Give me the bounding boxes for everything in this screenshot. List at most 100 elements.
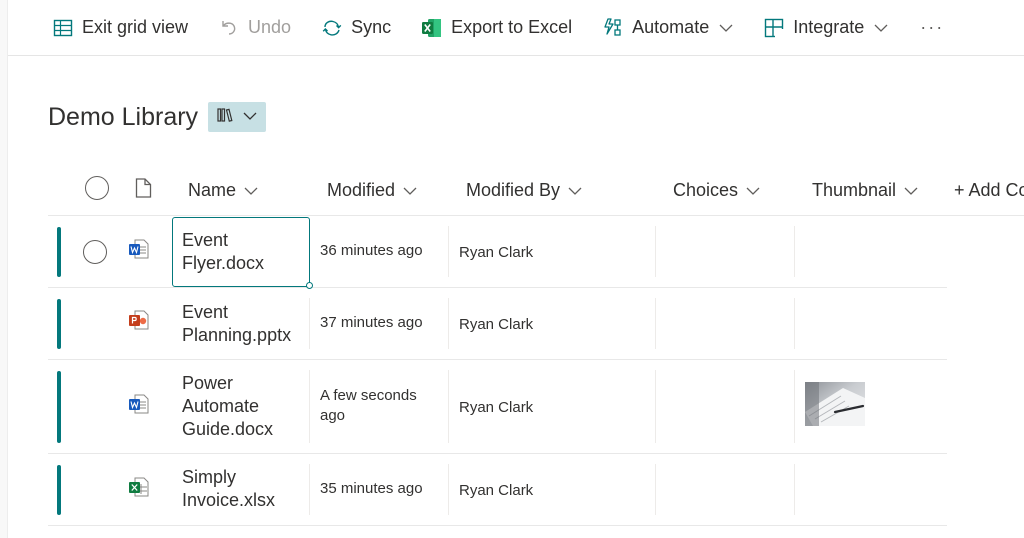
- column-header-modified-by-label: Modified By: [466, 179, 561, 200]
- sync-icon: [321, 17, 343, 39]
- modified-cell: 37 minutes ago: [310, 314, 423, 331]
- more-options-button[interactable]: ···: [920, 17, 944, 38]
- table-row[interactable]: Power Automate Guide.docx A few seconds …: [48, 360, 947, 454]
- excel-icon: [128, 476, 150, 498]
- export-to-excel-button[interactable]: Export to Excel: [421, 8, 572, 48]
- word-icon: [128, 238, 150, 260]
- modified-text: ago: [320, 407, 346, 424]
- table-row[interactable]: Event Flyer.docx 36 minutes ago Ryan Cla…: [48, 216, 947, 289]
- powerpoint-icon: [128, 309, 150, 331]
- integrate-menu-button[interactable]: Integrate: [763, 8, 888, 48]
- file-name-line: Simply: [182, 467, 237, 487]
- chevron-down-icon: [719, 17, 733, 38]
- table-row[interactable]: Event Planning.pptx 37 minutes ago Ryan …: [48, 288, 947, 360]
- row-select-checkbox[interactable]: [83, 240, 107, 264]
- column-header-choices[interactable]: Choices: [673, 164, 760, 216]
- file-name-link[interactable]: Event Flyer.docx: [172, 229, 310, 275]
- modified-by-text: Ryan Clark: [459, 482, 534, 499]
- automate-menu-button[interactable]: Automate: [602, 8, 733, 48]
- undo-button[interactable]: Undo: [218, 8, 291, 48]
- library-icon: [217, 107, 237, 128]
- column-header-name-label: Name: [188, 179, 237, 200]
- left-rail: [0, 0, 8, 538]
- chevron-down-icon: [746, 180, 760, 201]
- modified-text: 37 minutes ago: [320, 314, 423, 331]
- select-all-checkbox[interactable]: [85, 176, 109, 200]
- divider: [794, 464, 795, 515]
- file-name-link[interactable]: Event Planning.pptx: [172, 301, 310, 347]
- modified-by-cell: Ryan Clark: [449, 482, 533, 499]
- row-status-bar: [57, 299, 61, 349]
- row-status-bar: [57, 371, 61, 443]
- table-row[interactable]: Simply Invoice.xlsx 35 minutes ago Ryan …: [48, 454, 947, 526]
- file-name-link[interactable]: Simply Invoice.xlsx: [172, 466, 310, 512]
- divider: [655, 370, 656, 443]
- column-header-modified-by[interactable]: Modified By: [466, 164, 582, 216]
- modified-cell: 35 minutes ago: [310, 480, 423, 497]
- page-title: Demo Library: [48, 102, 199, 131]
- chevron-down-icon: [403, 180, 417, 201]
- chevron-down-icon: [244, 180, 258, 201]
- column-header-thumbnail-label: Thumbnail: [812, 179, 897, 200]
- column-header-name[interactable]: Name: [188, 164, 258, 216]
- view-switcher-button[interactable]: [208, 102, 267, 132]
- file-name-link[interactable]: Power Automate Guide.docx: [172, 372, 310, 441]
- file-name-line: Automate: [182, 396, 260, 416]
- column-header-thumbnail[interactable]: Thumbnail: [812, 164, 918, 216]
- excel-icon: [421, 17, 443, 39]
- file-name-line: Event: [182, 230, 229, 250]
- file-name-line: Planning.pptx: [182, 325, 292, 345]
- row-status-bar: [57, 227, 61, 277]
- library-header: Demo Library: [48, 102, 267, 132]
- word-icon: [128, 393, 150, 415]
- integrate-label: Integrate: [793, 17, 865, 37]
- thumbnail-image[interactable]: [805, 382, 865, 426]
- file-name-line: Flyer.docx: [182, 253, 265, 273]
- flow-icon: [602, 17, 624, 39]
- file-type-icon[interactable]: [135, 178, 152, 203]
- file-name-line: Event: [182, 302, 229, 322]
- sync-label: Sync: [351, 17, 392, 37]
- file-name-line: Power: [182, 373, 234, 393]
- export-to-excel-label: Export to Excel: [451, 17, 573, 37]
- divider: [794, 370, 795, 443]
- modified-by-text: Ryan Clark: [459, 244, 534, 261]
- divider: [794, 298, 795, 349]
- chevron-down-icon: [874, 17, 888, 38]
- modified-by-cell: Ryan Clark: [449, 244, 533, 261]
- chevron-down-icon: [904, 180, 918, 201]
- undo-label: Undo: [248, 17, 292, 37]
- command-bar: Exit grid view Undo Sync Export to Excel…: [8, 0, 1024, 56]
- modified-cell: A few seconds ago: [310, 386, 417, 426]
- chevron-down-icon: [243, 108, 257, 126]
- modified-by-text: Ryan Clark: [459, 316, 534, 333]
- file-name-line: Invoice.xlsx: [182, 490, 276, 510]
- automate-label: Automate: [632, 17, 710, 37]
- divider: [655, 226, 656, 277]
- exit-grid-view-button[interactable]: Exit grid view: [52, 8, 188, 48]
- column-header-modified[interactable]: Modified: [327, 164, 417, 216]
- exit-grid-view-label: Exit grid view: [82, 17, 189, 37]
- row-status-bar: [57, 465, 61, 515]
- add-column-button[interactable]: + Add Co: [954, 164, 1024, 216]
- add-column-label: + Add Co: [954, 179, 1024, 200]
- sync-button[interactable]: Sync: [321, 8, 391, 48]
- modified-cell: 36 minutes ago: [310, 242, 423, 259]
- chevron-down-icon: [568, 180, 582, 201]
- column-header-choices-label: Choices: [673, 179, 739, 200]
- divider: [794, 226, 795, 277]
- modified-by-text: Ryan Clark: [459, 399, 534, 416]
- divider: [655, 298, 656, 349]
- modified-text: A few seconds: [320, 387, 417, 404]
- modified-text: 36 minutes ago: [320, 242, 423, 259]
- modified-by-cell: Ryan Clark: [449, 399, 533, 416]
- column-header-modified-label: Modified: [327, 179, 396, 200]
- divider: [655, 464, 656, 515]
- column-header-row: Name Modified Modified By Choices Thumbn…: [48, 164, 1024, 216]
- file-name-line: Guide.docx: [182, 419, 274, 439]
- undo-icon: [218, 17, 240, 39]
- modified-by-cell: Ryan Clark: [449, 316, 533, 333]
- integrate-icon: [763, 17, 785, 39]
- modified-text: 35 minutes ago: [320, 480, 423, 497]
- grid-icon: [52, 17, 74, 39]
